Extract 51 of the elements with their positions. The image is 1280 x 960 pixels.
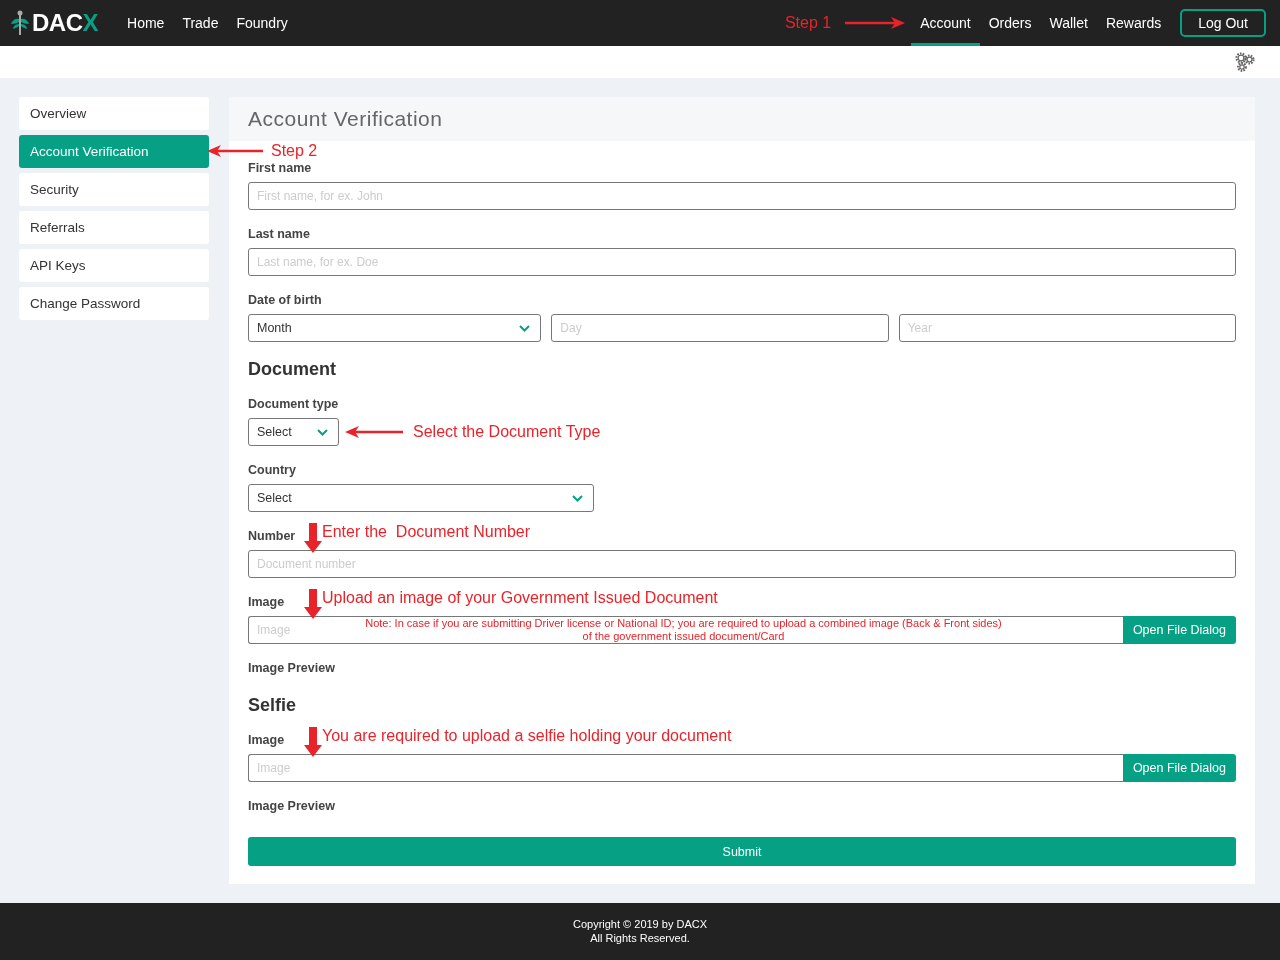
card-title: Account Verification	[248, 107, 443, 131]
tree-icon	[10, 10, 30, 36]
sidebar-item[interactable]: Change Password	[19, 287, 209, 320]
section-heading: Selfie	[248, 695, 298, 716]
footer-text: All Rights Reserved.	[590, 932, 690, 944]
nav-link[interactable]: Trade	[173, 0, 228, 46]
sidebar-item[interactable]: Security	[19, 173, 209, 206]
preview-label: Image Preview	[248, 799, 336, 813]
sidebar-item[interactable]: Referrals	[19, 211, 209, 244]
field-label: Last name	[248, 227, 310, 241]
annotation-text: Enter the Document Number	[322, 523, 531, 541]
nav-link[interactable]: Wallet	[1040, 0, 1097, 46]
annotation-text: Step 2	[271, 142, 318, 160]
arrow-down-icon	[304, 523, 322, 553]
arrow-left-icon	[207, 145, 263, 157]
chevron-down-icon	[317, 428, 328, 436]
field-label: First name	[248, 161, 312, 175]
field-label: Image	[248, 595, 285, 609]
arrow-right-icon	[845, 17, 906, 29]
preview-label: Image Preview	[248, 661, 336, 675]
annotation-text: Upload an image of your Government Issued Document	[322, 589, 718, 607]
field-label: Number	[248, 529, 296, 543]
logo-text: DACX	[32, 9, 98, 37]
nav-link[interactable]: Home	[118, 0, 174, 46]
field-label: Image	[248, 733, 285, 747]
field-label: Document type	[248, 397, 339, 411]
logout-button[interactable]: Log Out	[1180, 9, 1266, 37]
annotation-text: You are required to upload a selfie holding your document	[322, 727, 732, 745]
month-select[interactable]: Month	[248, 314, 542, 342]
annotation-text: Step 1	[784, 14, 832, 32]
select-dropdown[interactable]: Select	[248, 418, 339, 446]
note-text: Note: In case if you are submitting Driver license or National ID; you are required to upload a combined image (Back & Front sides)	[365, 617, 1002, 630]
logo[interactable]: DACX	[10, 9, 98, 37]
arrow-down-icon	[304, 727, 322, 757]
field-label: Date of birth	[248, 293, 322, 307]
chevron-down-icon	[519, 324, 531, 332]
footer-text: Copyright © 2019 by DACX	[572, 918, 708, 930]
section-heading: Document	[248, 359, 337, 380]
arrow-down-icon	[304, 589, 322, 619]
nav-link[interactable]: Foundry	[227, 0, 297, 46]
field-label: Country	[248, 463, 296, 477]
annotation-text: Select the Document Type	[413, 423, 601, 441]
nav-link[interactable]: Orders	[979, 0, 1041, 46]
sidebar-item[interactable]: API Keys	[19, 249, 209, 282]
note-text: of the government issued document/Card	[582, 630, 785, 643]
select-dropdown[interactable]: Select	[248, 484, 594, 512]
chevron-down-icon	[572, 494, 583, 502]
arrow-left-icon	[345, 426, 403, 438]
nav-link[interactable]: Rewards	[1096, 0, 1171, 46]
sidebar-item[interactable]: Overview	[19, 97, 209, 130]
gears-icon	[1235, 52, 1255, 72]
